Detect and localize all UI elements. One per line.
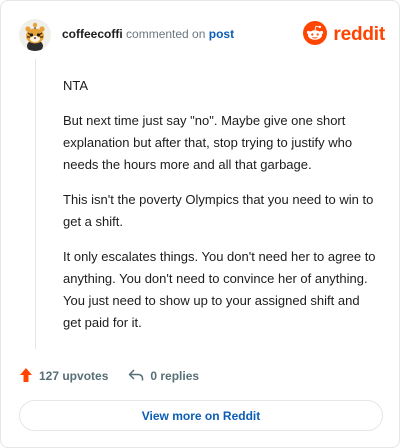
embedded-comment-card: coffeecoffi commented on post reddit NTA… (0, 0, 400, 448)
comment-meta: coffeecoffi commented on post (62, 27, 234, 41)
reply-arrow-icon (128, 368, 150, 385)
username-link[interactable]: coffeecoffi (62, 27, 123, 41)
upvote-arrow-icon (19, 367, 39, 386)
view-more-button[interactable]: View more on Reddit (19, 400, 383, 431)
comment-body: NTA But next time just say "no". Maybe g… (63, 75, 381, 347)
upvote-count: 127 upvotes (39, 369, 109, 383)
comment-header: coffeecoffi commented on post reddit (19, 19, 385, 51)
upvote-button[interactable]: 127 upvotes (19, 367, 108, 386)
reddit-brand[interactable]: reddit (303, 20, 385, 50)
reply-count: 0 replies (150, 369, 200, 383)
snoo-avatar-icon[interactable] (19, 19, 51, 51)
comment-paragraph: NTA (63, 78, 89, 93)
reddit-wordmark: reddit (333, 24, 385, 45)
post-link[interactable]: post (209, 27, 234, 41)
comment-paragraph: It only escalates things. You don't need… (63, 249, 376, 330)
replies-button[interactable]: 0 replies (128, 368, 199, 385)
comment-paragraph: This isn't the poverty Olympics that you… (63, 192, 374, 229)
thread-line (35, 59, 36, 349)
action-text: commented on (126, 27, 206, 41)
reddit-logo-icon (303, 20, 328, 50)
comment-paragraph: But next time just say "no". Maybe give … (63, 113, 353, 172)
comment-actions: 127 upvotes 0 replies (19, 366, 219, 386)
